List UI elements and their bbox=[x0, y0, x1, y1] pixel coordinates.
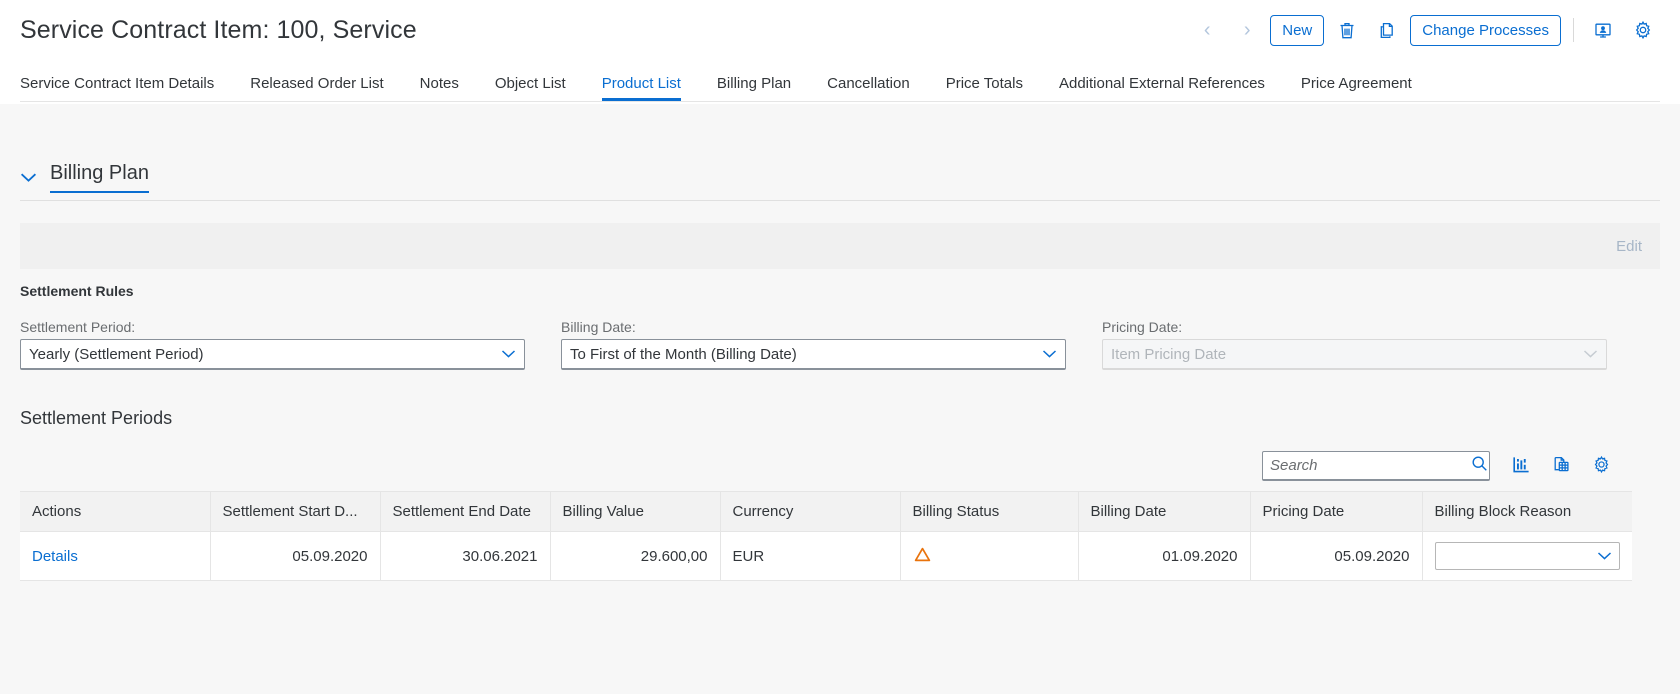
tab-notes[interactable]: Notes bbox=[402, 76, 477, 101]
table-toolbar bbox=[20, 441, 1632, 491]
settings-button[interactable] bbox=[1626, 14, 1660, 46]
field-settlement-period: Settlement Period: Yearly (Settlement Pe… bbox=[20, 319, 525, 370]
tab-cancellation[interactable]: Cancellation bbox=[809, 76, 928, 101]
chart-view-button[interactable] bbox=[1504, 449, 1538, 483]
tab-bar: Service Contract Item Details Released O… bbox=[20, 60, 1660, 102]
table-settings-button[interactable] bbox=[1584, 449, 1618, 483]
chevron-down-icon bbox=[1042, 347, 1057, 362]
pricing-date-label: Pricing Date: bbox=[1102, 319, 1183, 335]
tab-price-agreement[interactable]: Price Agreement bbox=[1283, 76, 1430, 101]
nav-next-button[interactable]: › bbox=[1230, 13, 1264, 47]
settlement-rules-label: Settlement Rules bbox=[20, 283, 134, 299]
pricing-date-placeholder: Item Pricing Date bbox=[1111, 345, 1227, 363]
tab-price-totals[interactable]: Price Totals bbox=[928, 76, 1041, 101]
cell-settlement-start-date: 05.09.2020 bbox=[210, 531, 381, 581]
cell-pricing-date: 05.09.2020 bbox=[1250, 531, 1423, 581]
spreadsheet-export-icon bbox=[1552, 455, 1571, 477]
gear-icon bbox=[1592, 455, 1611, 477]
edit-button[interactable]: Edit bbox=[1616, 238, 1642, 255]
column-header-actions[interactable]: Actions bbox=[20, 491, 211, 532]
header-toolbar: Service Contract Item: 100, Service ‹ › … bbox=[20, 0, 1660, 60]
column-header-settlement-end-date[interactable]: Settlement End Date bbox=[380, 491, 551, 532]
contact-button[interactable] bbox=[1586, 14, 1620, 46]
billing-date-value: To First of the Month (Billing Date) bbox=[570, 345, 797, 363]
chart-icon bbox=[1512, 455, 1531, 477]
copy-button[interactable] bbox=[1370, 14, 1404, 46]
header-action-group: ‹ › New Change Processes bbox=[1190, 13, 1660, 47]
export-button[interactable] bbox=[1544, 449, 1578, 483]
settlement-period-label: Settlement Period: bbox=[20, 319, 136, 335]
billing-block-reason-select[interactable] bbox=[1434, 542, 1620, 570]
column-header-billing-block-reason[interactable]: Billing Block Reason bbox=[1422, 491, 1632, 532]
chevron-down-icon bbox=[1583, 347, 1598, 362]
page-header: Service Contract Item: 100, Service ‹ › … bbox=[0, 0, 1680, 104]
table-row[interactable]: Details 05.09.2020 30.06.2021 29.600,00 … bbox=[20, 531, 1632, 581]
page-title: Service Contract Item: 100, Service bbox=[20, 15, 417, 44]
table-header-row: Actions Settlement Start D... Settlement… bbox=[20, 491, 1632, 532]
toolbar-divider bbox=[1573, 18, 1574, 42]
page-content: Billing Plan Edit Settlement Rules Settl… bbox=[0, 104, 1680, 581]
settlement-period-select[interactable]: Yearly (Settlement Period) bbox=[20, 339, 525, 370]
new-button[interactable]: New bbox=[1270, 14, 1325, 46]
search-icon[interactable] bbox=[1471, 455, 1488, 477]
tab-product-list[interactable]: Product List bbox=[584, 76, 699, 101]
tab-service-contract-item-details[interactable]: Service Contract Item Details bbox=[20, 76, 232, 101]
column-header-pricing-date[interactable]: Pricing Date bbox=[1250, 491, 1423, 532]
column-header-billing-status[interactable]: Billing Status bbox=[900, 491, 1079, 532]
details-link[interactable]: Details bbox=[32, 548, 78, 565]
settlement-period-value: Yearly (Settlement Period) bbox=[29, 345, 204, 363]
chevron-down-icon[interactable] bbox=[20, 172, 37, 183]
copy-icon bbox=[1378, 21, 1396, 40]
billing-plan-section-header: Billing Plan bbox=[20, 162, 1660, 201]
tab-released-order-list[interactable]: Released Order List bbox=[232, 76, 401, 101]
contact-screen-icon bbox=[1593, 21, 1613, 40]
billing-plan-toolbar: Edit bbox=[20, 223, 1660, 269]
gear-icon bbox=[1633, 20, 1653, 40]
cell-currency: EUR bbox=[720, 531, 901, 581]
field-billing-date: Billing Date: To First of the Month (Bil… bbox=[561, 319, 1066, 370]
warning-triangle-icon bbox=[913, 546, 932, 567]
settlement-rules-form: Settlement Period: Yearly (Settlement Pe… bbox=[20, 319, 1660, 370]
cell-actions: Details bbox=[20, 531, 211, 581]
column-header-billing-date[interactable]: Billing Date bbox=[1078, 491, 1251, 532]
settlement-periods-table: Actions Settlement Start D... Settlement… bbox=[20, 491, 1632, 581]
column-header-billing-value[interactable]: Billing Value bbox=[550, 491, 721, 532]
cell-billing-date: 01.09.2020 bbox=[1078, 531, 1251, 581]
change-processes-button[interactable]: Change Processes bbox=[1410, 14, 1561, 46]
cell-settlement-end-date: 30.06.2021 bbox=[380, 531, 551, 581]
search-box[interactable] bbox=[1262, 451, 1490, 481]
pricing-date-select: Item Pricing Date bbox=[1102, 339, 1607, 370]
field-pricing-date: Pricing Date: Item Pricing Date bbox=[1102, 319, 1607, 370]
delete-button[interactable] bbox=[1330, 14, 1364, 46]
column-header-settlement-start-date[interactable]: Settlement Start D... bbox=[210, 491, 381, 532]
search-input[interactable] bbox=[1270, 457, 1471, 474]
cell-billing-block-reason bbox=[1422, 531, 1632, 581]
settlement-periods-table-container: Actions Settlement Start D... Settlement… bbox=[20, 441, 1632, 581]
trash-icon bbox=[1338, 21, 1356, 40]
billing-plan-title: Billing Plan bbox=[50, 162, 149, 193]
settlement-periods-title: Settlement Periods bbox=[20, 408, 173, 428]
tab-object-list[interactable]: Object List bbox=[477, 76, 584, 101]
billing-date-select[interactable]: To First of the Month (Billing Date) bbox=[561, 339, 1066, 370]
billing-date-label: Billing Date: bbox=[561, 319, 636, 335]
nav-previous-button[interactable]: ‹ bbox=[1190, 13, 1224, 47]
cell-billing-value: 29.600,00 bbox=[550, 531, 721, 581]
column-header-currency[interactable]: Currency bbox=[720, 491, 901, 532]
chevron-down-icon bbox=[1597, 549, 1612, 564]
chevron-down-icon bbox=[501, 347, 516, 362]
cell-billing-status bbox=[900, 531, 1079, 581]
tab-billing-plan[interactable]: Billing Plan bbox=[699, 76, 809, 101]
tab-additional-external-references[interactable]: Additional External References bbox=[1041, 76, 1283, 101]
